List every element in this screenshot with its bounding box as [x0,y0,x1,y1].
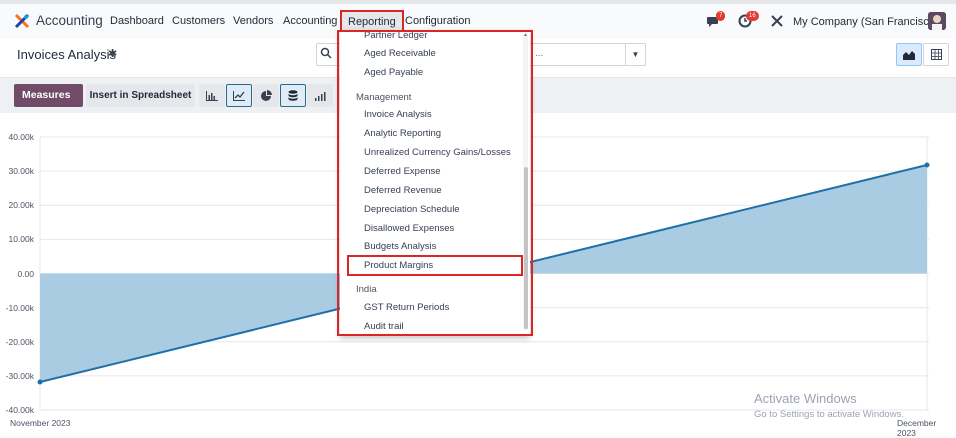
y-tick-label: -20.00k [5,336,34,347]
scroll-up-arrow-icon[interactable]: ▲ [523,32,528,38]
y-tick-label: -30.00k [5,370,34,381]
menu-item-gst-return-periods[interactable]: GST Return Periods [364,302,449,313]
data-point[interactable] [37,379,43,385]
y-tick-label: -10.00k [5,302,34,313]
line-chart-icon [233,90,245,101]
menu-section-india: India [356,284,377,295]
area-chart-icon [903,50,915,60]
search-options-toggle[interactable]: ▼ [625,44,645,65]
search-placeholder: ... [535,48,544,59]
windows-watermark-title: Activate Windows [754,391,857,406]
menu-item-deferred-expense[interactable]: Deferred Expense [364,166,441,177]
x-tick-label: December 2023 [897,418,937,438]
menu-item-aged-payable[interactable]: Aged Payable [364,67,423,78]
company-switcher[interactable]: My Company (San Francisco) [793,16,939,28]
y-tick-label: 10.00k [8,234,34,245]
gear-icon[interactable]: ✱ [108,47,117,60]
menu-item-unrealized-currency[interactable]: Unrealized Currency Gains/Losses [364,147,511,158]
y-tick-label: 0.00 [17,268,34,279]
menu-item-analytic-reporting[interactable]: Analytic Reporting [364,128,441,139]
bar-chart-icon [206,90,218,101]
activities-badge: 16 [746,11,759,21]
nav-dashboard[interactable]: Dashboard [110,15,164,27]
sort-bars-icon [315,91,326,101]
nav-vendors[interactable]: Vendors [233,15,273,27]
nav-accounting[interactable]: Accounting [283,15,337,27]
pie-chart-button[interactable] [253,84,279,107]
page-title: Invoices Analysis [17,47,116,62]
menu-section-management: Management [356,92,412,103]
tools-icon[interactable] [771,15,783,27]
y-tick-label: 40.00k [8,132,34,142]
menu-item-depreciation-schedule[interactable]: Depreciation Schedule [364,204,460,215]
windows-watermark-subtitle: Go to Settings to activate Windows. [754,409,904,420]
menu-item-aged-receivable[interactable]: Aged Receivable [364,48,436,59]
y-tick-label: 20.00k [8,200,34,211]
stacked-toggle-button[interactable] [280,84,306,107]
dropdown-scrollbar-thumb[interactable] [524,167,528,329]
insert-spreadsheet-button[interactable]: Insert in Spreadsheet [86,84,195,107]
messages-badge: 7 [716,11,726,21]
line-chart-button[interactable] [226,84,252,107]
nav-configuration[interactable]: Configuration [405,15,470,27]
menu-item-invoice-analysis[interactable]: Invoice Analysis [364,109,432,120]
search-icon[interactable] [320,47,332,59]
bar-chart-button[interactable] [199,84,225,107]
y-tick-label: -40.00k [5,405,34,415]
database-icon [288,90,298,101]
y-tick-label: 30.00k [8,166,34,177]
menu-item-partner-ledger[interactable]: Partner Ledger [364,31,427,41]
measures-label: Measures [22,89,71,101]
measures-dropdown-button[interactable]: Measures ▼ [14,84,83,123]
caret-down-icon: ▼ [631,50,640,59]
data-point[interactable] [924,162,930,168]
graph-view-button[interactable] [896,43,922,66]
x-tick-label: November 2023 [10,418,71,428]
nav-customers[interactable]: Customers [172,15,225,27]
pivot-view-button[interactable] [923,43,949,66]
menu-item-deferred-revenue[interactable]: Deferred Revenue [364,185,442,196]
app-name[interactable]: Accounting [36,13,103,28]
menu-item-disallowed-expenses[interactable]: Disallowed Expenses [364,223,454,234]
user-avatar[interactable] [928,12,946,30]
menu-item-budgets-analysis[interactable]: Budgets Analysis [364,241,436,252]
menu-item-audit-trail[interactable]: Audit trail [364,321,404,332]
table-icon [930,49,942,60]
pie-chart-icon [260,90,272,101]
reporting-dropdown-menu: Partner Ledger Aged Receivable Aged Paya… [340,31,530,336]
accounting-app-icon[interactable] [14,13,30,29]
sort-button[interactable] [307,84,333,107]
menu-item-product-margins[interactable]: Product Margins [364,260,433,271]
